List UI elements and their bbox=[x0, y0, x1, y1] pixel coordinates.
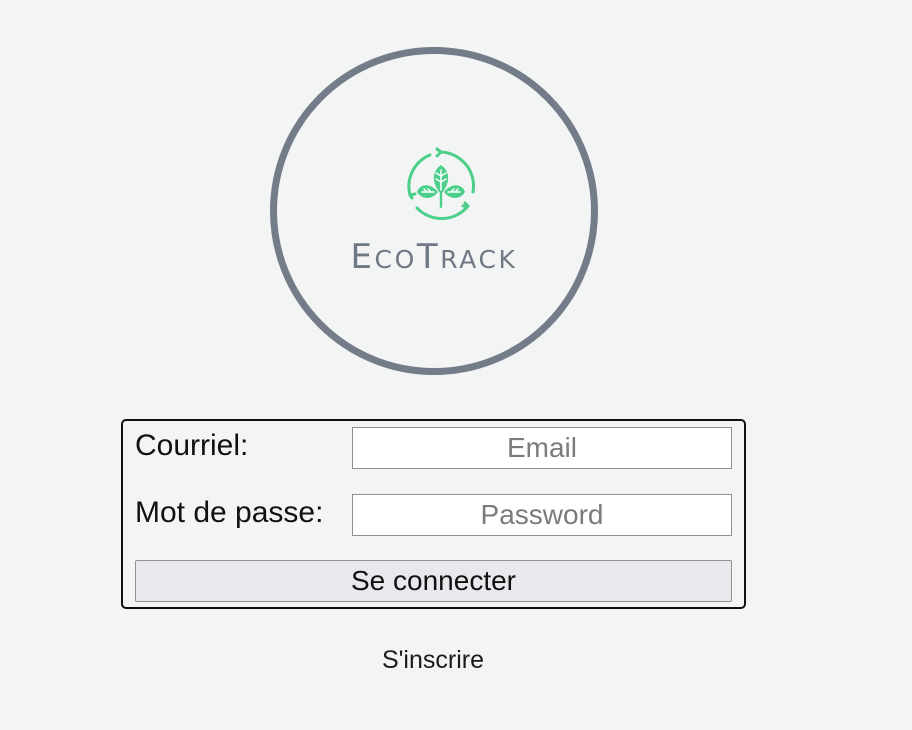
brand-wordmark: EcoTrack bbox=[277, 240, 591, 274]
password-field[interactable] bbox=[352, 494, 732, 536]
login-form: Courriel: Mot de passe: Se connecter bbox=[121, 419, 746, 609]
email-label: Courriel: bbox=[135, 429, 249, 462]
leaf-recycle-icon bbox=[407, 147, 476, 221]
signup-link[interactable]: S'inscrire bbox=[0, 645, 866, 675]
brand-wordmark-part: rack bbox=[440, 245, 518, 274]
brand-wordmark-part: E bbox=[350, 237, 375, 277]
login-button[interactable]: Se connecter bbox=[135, 560, 732, 602]
password-label: Mot de passe: bbox=[135, 496, 324, 529]
brand-wordmark-part: T bbox=[416, 237, 441, 277]
brand-wordmark-part: co bbox=[374, 245, 417, 274]
email-field[interactable] bbox=[352, 427, 732, 469]
logo-circle: EcoTrack bbox=[270, 47, 598, 375]
